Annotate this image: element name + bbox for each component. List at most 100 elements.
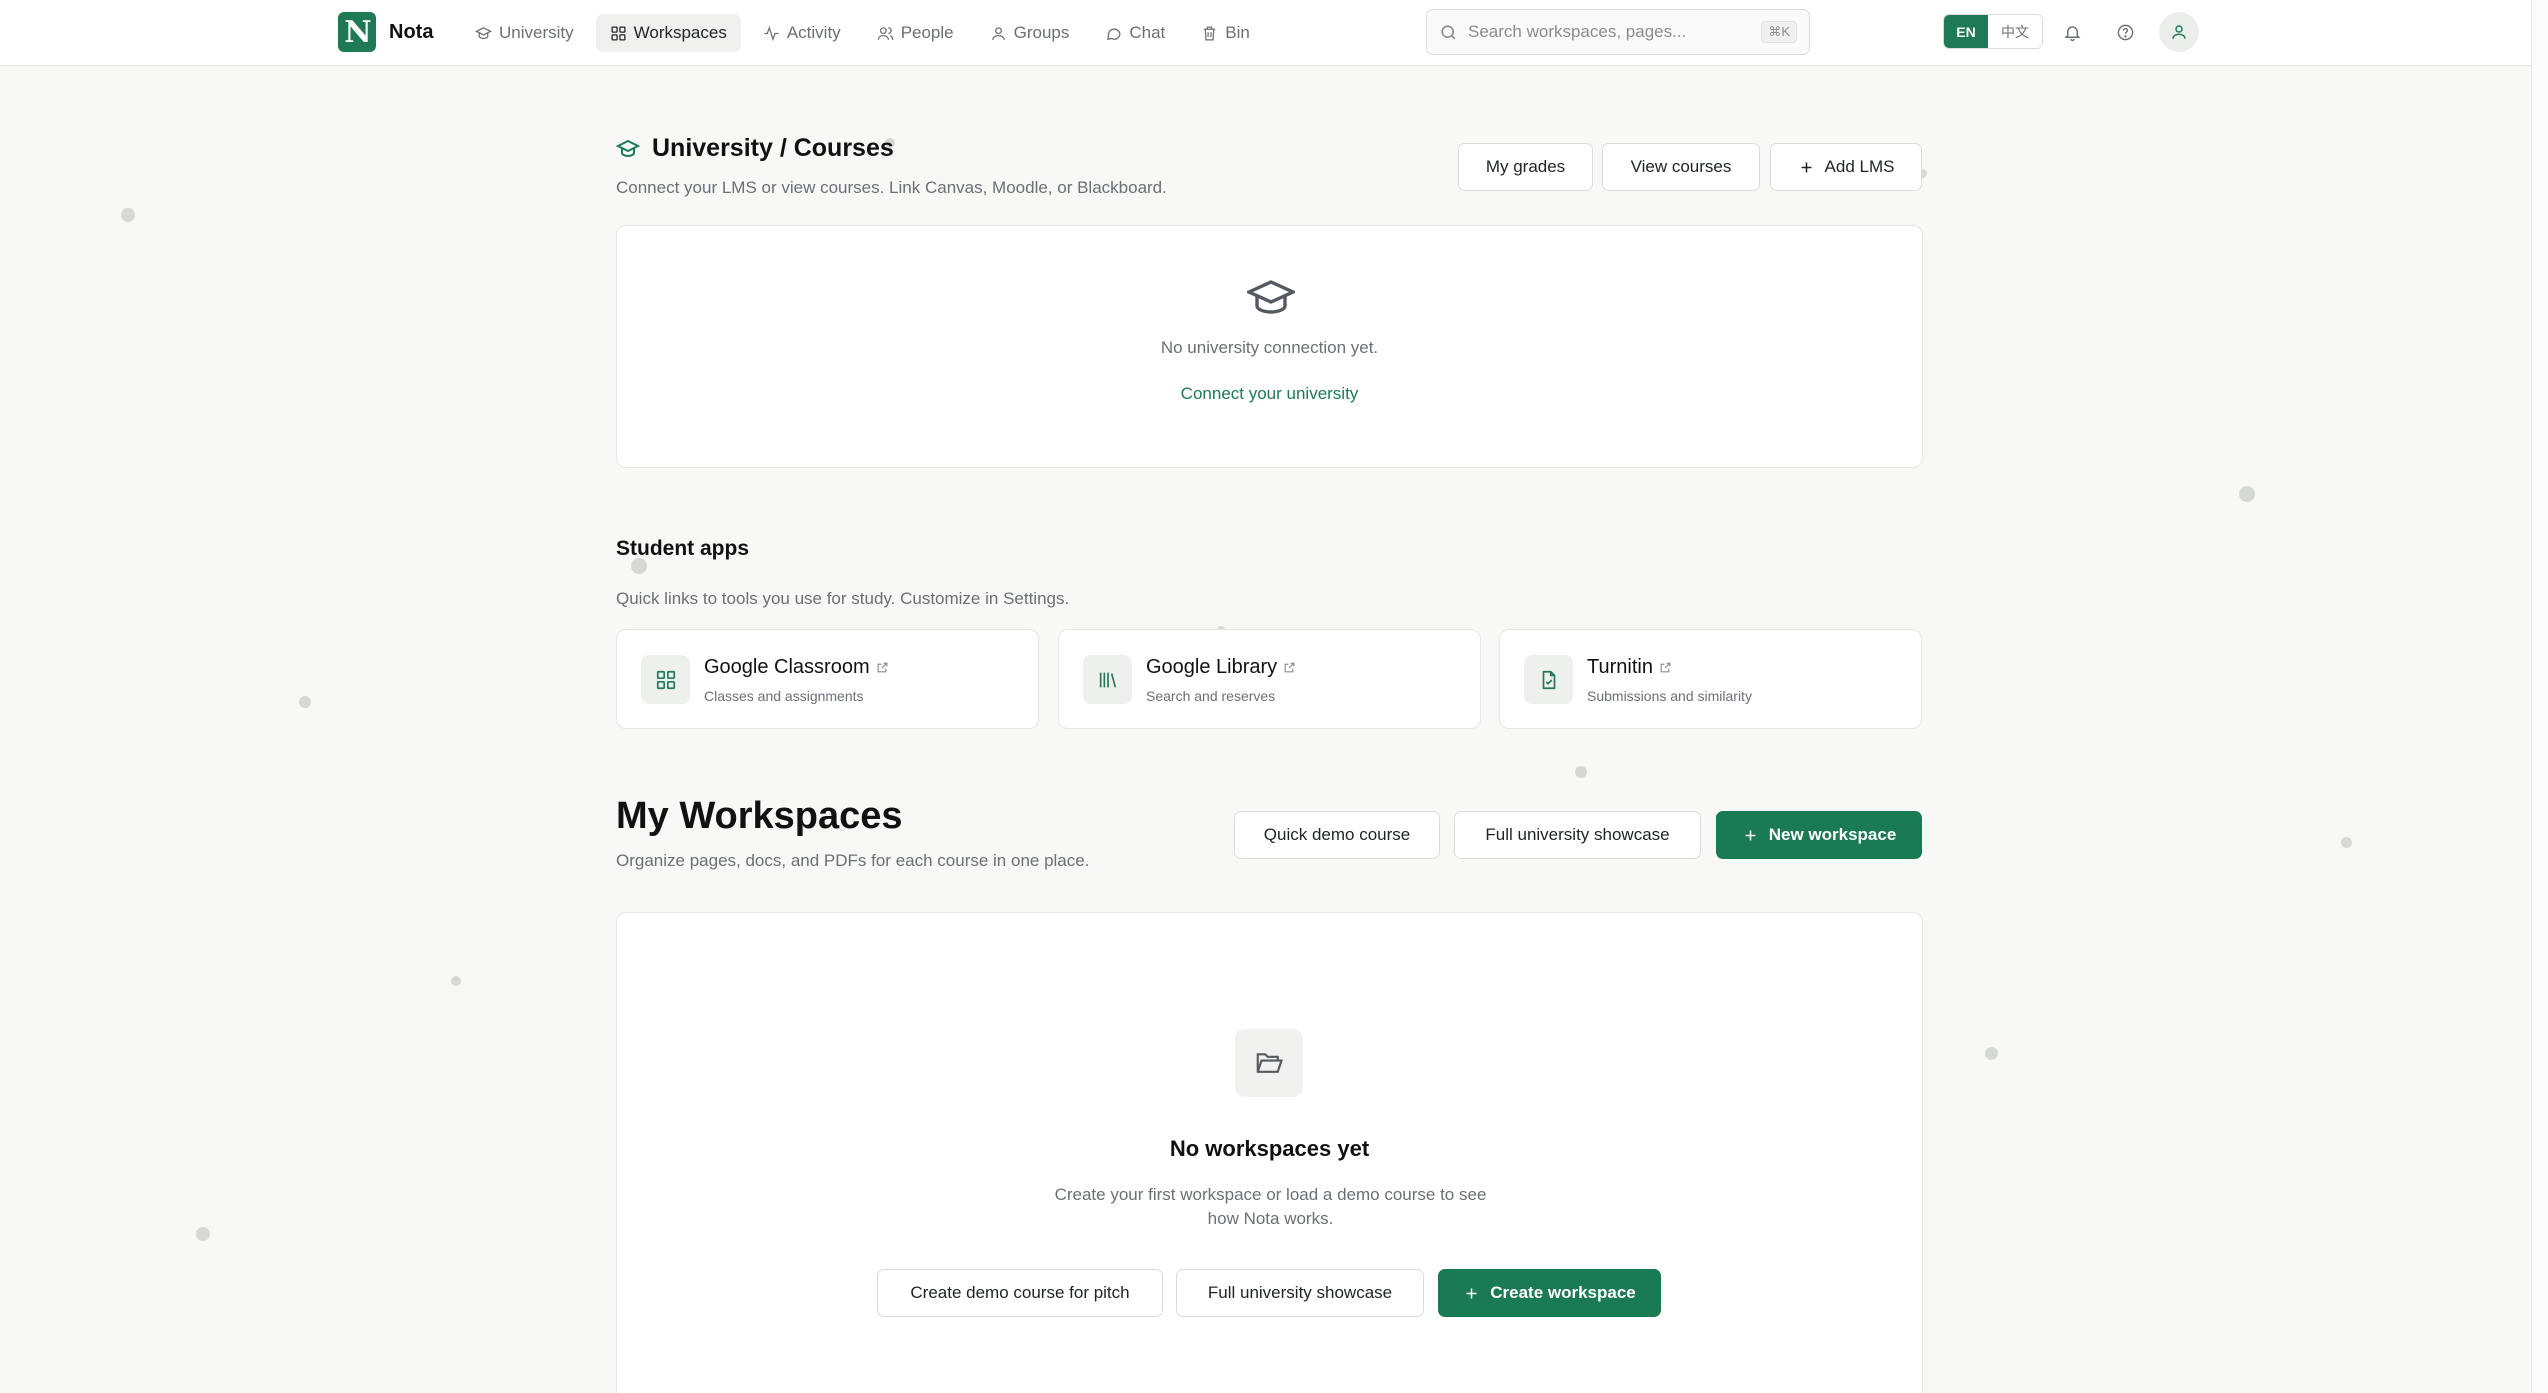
button-label: Quick demo course — [1263, 825, 1411, 844]
app-logo[interactable]: N Nota — [338, 12, 433, 52]
decorative-dot — [451, 976, 461, 986]
lang-zh-button[interactable]: 中文 — [1988, 15, 2042, 48]
graduation-cap-icon — [475, 25, 492, 42]
main-nav: University Workspaces Activity People Gr… — [461, 14, 1264, 52]
decorative-dot — [2239, 486, 2255, 502]
nav-item-label: Chat — [1129, 23, 1166, 42]
app-card-google-classroom[interactable]: Google Classroom Classes and assignments — [616, 629, 1039, 729]
decorative-dot — [2341, 837, 2352, 848]
groups-icon — [990, 25, 1007, 42]
app-name-text: Google Classroom — [704, 656, 870, 678]
nav-item-label: Bin — [1225, 23, 1250, 42]
top-navigation-bar: N Nota University Workspaces Activity Pe… — [0, 0, 2548, 66]
app-name: Google Classroom — [704, 656, 889, 679]
nav-item-workspaces[interactable]: Workspaces — [595, 14, 741, 52]
lang-en-button[interactable]: EN — [1944, 15, 1988, 48]
student-apps-title: Student apps — [616, 537, 750, 560]
university-empty-state: No university connection yet. Connect yo… — [616, 225, 1923, 468]
nav-item-chat[interactable]: Chat — [1091, 14, 1179, 52]
nav-item-label: People — [900, 23, 954, 42]
create-workspace-button[interactable]: Create workspace — [1438, 1269, 1661, 1317]
external-link-icon — [1283, 661, 1296, 674]
button-label: View courses — [1630, 157, 1732, 176]
graduation-cap-icon — [616, 137, 640, 161]
empty-text: Create your first workspace or load a de… — [1054, 1185, 1487, 1228]
nav-item-label: Groups — [1013, 23, 1070, 42]
decorative-dot — [196, 1227, 210, 1241]
app-card-google-library[interactable]: Google Library Search and reserves — [1058, 629, 1481, 729]
empty-message: No university connection yet. — [1160, 338, 1379, 357]
decorative-dot — [1575, 766, 1587, 778]
workspaces-description: Organize pages, docs, and PDFs for each … — [616, 851, 1090, 870]
grid-icon — [610, 25, 627, 42]
activity-icon — [763, 25, 780, 42]
button-label: My grades — [1485, 157, 1566, 176]
app-name: Google Library — [1146, 656, 1296, 679]
view-courses-button[interactable]: View courses — [1602, 143, 1760, 191]
people-icon — [877, 25, 894, 42]
create-demo-course-button[interactable]: Create demo course for pitch — [877, 1269, 1163, 1317]
external-link-icon — [1659, 661, 1672, 674]
document-check-icon — [1524, 655, 1573, 704]
full-university-showcase-button[interactable]: Full university showcase — [1454, 811, 1701, 859]
button-label: New workspace — [1768, 825, 1897, 844]
grid-icon — [641, 655, 690, 704]
graduation-cap-icon — [1247, 276, 1295, 320]
page-scrollbar[interactable] — [2531, 0, 2548, 1393]
logo-mark: N — [338, 12, 376, 52]
language-switch: EN 中文 — [1943, 14, 2043, 49]
app-subtitle: Search and reserves — [1146, 688, 1276, 704]
app-card-turnitin[interactable]: Turnitin Submissions and similarity — [1499, 629, 1922, 729]
search-shortcut: ⌘K — [1761, 21, 1797, 43]
decorative-dot — [121, 208, 135, 222]
university-section-title: University / Courses — [616, 134, 894, 163]
notifications-button[interactable] — [2057, 17, 2087, 47]
trash-icon — [1201, 25, 1218, 42]
folder-open-icon — [1235, 1029, 1303, 1097]
search-icon — [1439, 23, 1458, 42]
plus-icon — [1798, 159, 1815, 176]
nav-item-university[interactable]: University — [461, 14, 588, 52]
nav-item-label: Workspaces — [633, 23, 727, 42]
plus-icon — [1742, 827, 1759, 844]
button-label: Add LMS — [1824, 157, 1895, 176]
empty-title: No workspaces yet — [1169, 1136, 1370, 1161]
page-title: University / Courses — [652, 134, 894, 162]
university-description: Connect your LMS or view courses. Link C… — [616, 178, 1167, 197]
search-placeholder: Search workspaces, pages... — [1468, 22, 1687, 41]
help-button[interactable] — [2110, 17, 2140, 47]
my-grades-button[interactable]: My grades — [1458, 143, 1593, 191]
nav-item-groups[interactable]: Groups — [976, 14, 1084, 52]
user-icon — [2170, 23, 2188, 41]
student-apps-description: Quick links to tools you use for study. … — [616, 589, 1070, 608]
app-name: Turnitin — [1587, 656, 1672, 679]
nav-item-bin[interactable]: Bin — [1187, 14, 1264, 52]
search-input[interactable]: Search workspaces, pages... ⌘K — [1426, 9, 1810, 55]
quick-demo-course-button[interactable]: Quick demo course — [1234, 811, 1440, 859]
button-label: Create demo course for pitch — [910, 1283, 1130, 1302]
bell-icon — [2063, 23, 2082, 42]
new-workspace-button[interactable]: New workspace — [1716, 811, 1922, 859]
workspaces-title: My Workspaces — [616, 795, 903, 837]
plus-icon — [1463, 1285, 1480, 1302]
connect-university-link[interactable]: Connect your university — [617, 384, 1922, 404]
external-link-icon — [876, 661, 889, 674]
button-label: Full university showcase — [1207, 1283, 1393, 1302]
empty-showcase-button[interactable]: Full university showcase — [1176, 1269, 1424, 1317]
nav-item-people[interactable]: People — [863, 14, 968, 52]
decorative-dot — [1985, 1047, 1998, 1060]
app-subtitle: Classes and assignments — [704, 688, 864, 704]
app-name: Nota — [389, 20, 434, 43]
library-icon — [1083, 655, 1132, 704]
app-name-text: Turnitin — [1587, 656, 1653, 678]
button-label: Create workspace — [1490, 1283, 1636, 1302]
avatar[interactable] — [2159, 12, 2199, 52]
app-name-text: Google Library — [1146, 656, 1278, 678]
nav-item-activity[interactable]: Activity — [749, 14, 855, 52]
app-subtitle: Submissions and similarity — [1587, 688, 1752, 704]
nav-item-label: Activity — [786, 23, 841, 42]
chat-icon — [1105, 25, 1122, 42]
button-label: Full university showcase — [1485, 825, 1670, 844]
help-icon — [2116, 23, 2135, 42]
add-lms-button[interactable]: Add LMS — [1770, 143, 1922, 191]
